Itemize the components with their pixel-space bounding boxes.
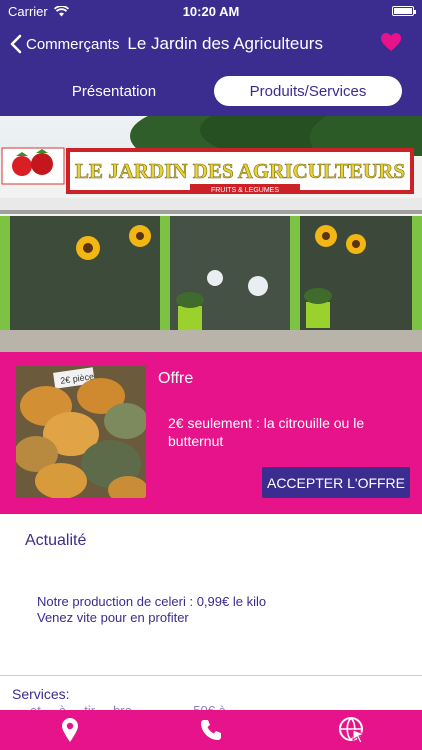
map-pin-icon: [62, 718, 79, 742]
tab-presentation-label: Présentation: [71, 82, 157, 100]
phone-tab[interactable]: [181, 710, 241, 750]
phone-icon: [200, 720, 221, 740]
carrier-info: Carrier: [8, 4, 69, 19]
news-line-2: Venez vite pour en profiter: [37, 610, 189, 625]
back-label: Commerçants: [26, 35, 120, 53]
wifi-icon: [53, 5, 69, 16]
tab-presentation[interactable]: Présentation: [20, 76, 208, 106]
web-cursor-icon: [338, 717, 366, 744]
chevron-left-icon: [10, 34, 22, 54]
segmented-tabs: Présentation Produits/Services: [0, 66, 422, 116]
shop-photo: LE JARDIN DES AGRICULTEURS FRUITS & LEGU…: [0, 116, 422, 352]
offer-description: 2€ seulement : la citrouille ou le butte…: [168, 415, 365, 449]
status-bar: Carrier 10:20 AM: [0, 0, 422, 22]
services-title: Services:: [12, 686, 70, 702]
offer-panel: 2€ pièce Offre 2€ seulement : la citroui…: [0, 352, 422, 514]
bottom-tab-bar: [0, 710, 422, 750]
tab-produits-services-label: Produits/Services: [249, 82, 367, 100]
page-title: Le Jardin des Agriculteurs: [127, 34, 323, 53]
back-button[interactable]: Commerçants: [0, 34, 119, 54]
web-tab[interactable]: [322, 710, 382, 750]
battery-icon: [392, 6, 416, 16]
storefront-image: LE JARDIN DES AGRICULTEURS FRUITS & LEGU…: [0, 116, 422, 352]
heart-icon[interactable]: [380, 32, 402, 52]
offer-title: Offre: [158, 370, 194, 387]
news-title: Actualité: [25, 532, 87, 549]
sign-text: LE JARDIN DES AGRICULTEURS: [75, 159, 405, 183]
tab-produits-services[interactable]: Produits/Services: [214, 76, 402, 106]
map-tab[interactable]: [40, 710, 100, 750]
carrier-label: Carrier: [8, 3, 48, 19]
navigation-bar: Commerçants Le Jardin des Agriculteurs: [0, 22, 422, 66]
news-text: Notre production de celeri : 0,99€ le ki…: [37, 594, 266, 626]
divider: [0, 675, 422, 676]
pumpkins-image: 2€ pièce: [16, 366, 146, 498]
battery-level: [394, 8, 412, 14]
news-line-1: Notre production de celeri : 0,99€ le ki…: [37, 594, 267, 609]
accept-offer-button[interactable]: ACCEPTER L'OFFRE: [262, 467, 410, 498]
accept-offer-label: ACCEPTER L'OFFRE: [266, 474, 406, 491]
sign-subtext: FRUITS & LEGUMES: [211, 187, 279, 194]
